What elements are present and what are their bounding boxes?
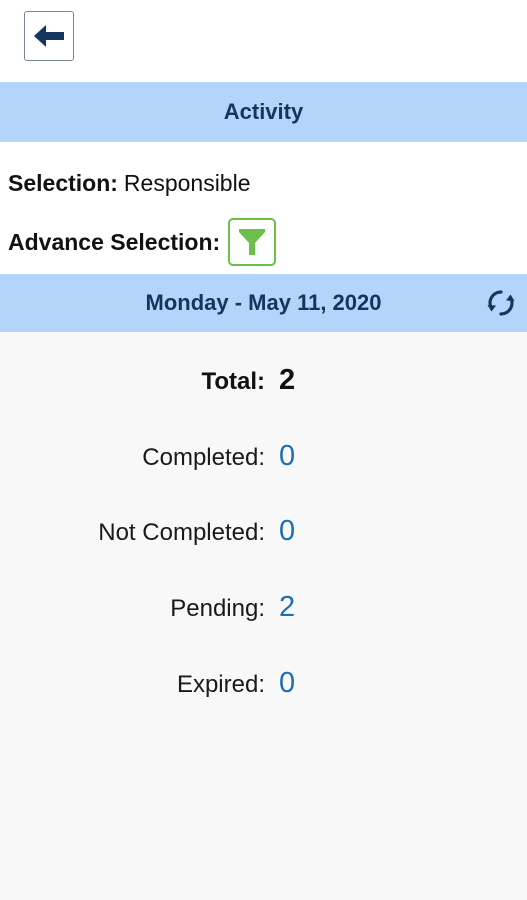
date-bar: Monday - May 11, 2020 [0,274,527,332]
stat-not-completed[interactable]: Not Completed: 0 [0,513,527,553]
stat-label: Pending: [170,595,265,622]
funnel-icon [239,229,266,255]
selection-label: Selection: [8,170,118,196]
date-text: Monday - May 11, 2020 [145,290,382,315]
stat-pending[interactable]: Pending: 2 [0,589,527,629]
stat-label: Total: [201,368,265,395]
refresh-icon [487,290,515,316]
advance-selection-row: Advance Selection: [8,218,277,266]
stat-value[interactable]: 0 [279,667,295,700]
filter-button[interactable] [228,218,277,266]
stat-completed[interactable]: Completed: 0 [0,438,527,478]
stat-label: Not Completed: [98,519,265,546]
arrow-left-icon [34,25,64,47]
stat-expired[interactable]: Expired: 0 [0,665,527,705]
stat-value[interactable]: 2 [279,591,295,624]
selection-row: Selection: Responsible [8,170,251,197]
refresh-button[interactable] [484,286,518,320]
stat-value[interactable]: 0 [279,440,295,473]
selection-value: Responsible [123,170,251,196]
top-bar [0,0,527,82]
stat-label: Expired: [176,671,265,698]
advance-selection-label: Advance Selection: [8,228,221,255]
section-header: Activity [0,82,527,142]
stat-label: Completed: [142,444,265,471]
stat-total: Total: 2 [0,362,527,402]
stat-value[interactable]: 0 [279,515,295,548]
stat-value: 2 [279,364,296,396]
back-button[interactable] [24,11,74,61]
section-title: Activity [223,99,304,124]
selection-panel: Selection: Responsible Advance Selection… [0,142,527,274]
